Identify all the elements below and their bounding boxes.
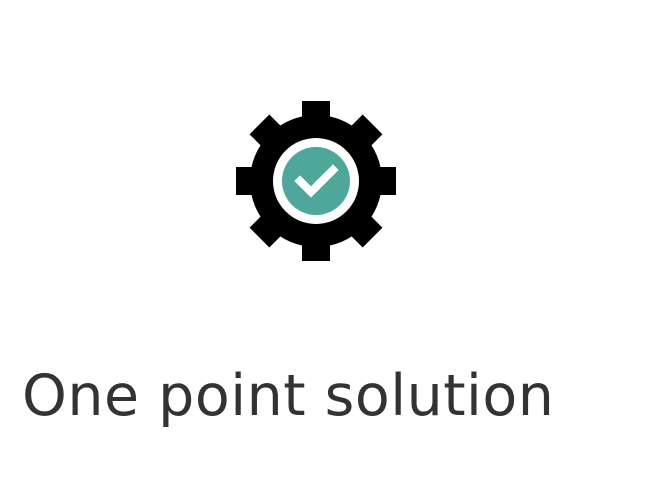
check-badge — [282, 147, 350, 215]
gear-check-icon — [236, 101, 396, 261]
feature-title: One point solution — [22, 363, 555, 429]
feature-card: One point solution — [0, 0, 664, 494]
